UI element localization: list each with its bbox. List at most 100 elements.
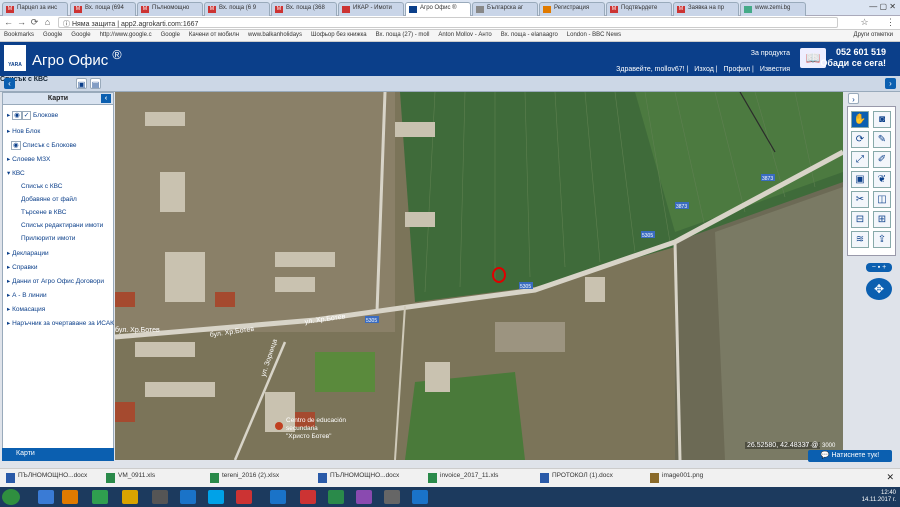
bookmark[interactable]: http://www.google.c [100, 32, 152, 38]
sidebar-item-kvs-list[interactable]: Списък с КВС [21, 183, 62, 190]
sidebar-item-kvs[interactable]: ▾ КВС [7, 169, 25, 177]
start-icon[interactable] [2, 489, 20, 505]
bookmark[interactable]: Anton Mollov - Анто [438, 32, 491, 38]
download-item[interactable]: ПЪЛНОМОЩНО...docx [318, 472, 399, 485]
browser-tab[interactable]: ИКАР - Имоти [338, 2, 404, 16]
save-icon[interactable]: ▣ [76, 78, 87, 89]
collapse-icon[interactable]: ‹ [101, 94, 111, 103]
ie-icon[interactable] [38, 490, 54, 504]
split-icon[interactable]: ◫ [873, 191, 891, 208]
print-icon[interactable]: ▤ [90, 78, 101, 89]
excel-icon[interactable] [328, 490, 344, 504]
camera-icon[interactable]: ◙ [873, 111, 891, 128]
upload-icon[interactable]: ⇪ [873, 231, 891, 248]
chevron-left-icon[interactable]: ‹ [4, 78, 15, 89]
map-canvas[interactable]: бул. Хр.Ботев ул. Хр.Ботев ул. Зорница б… [115, 92, 843, 460]
scissors-icon[interactable]: ✂ [851, 191, 869, 208]
select-icon[interactable]: ▣ [851, 171, 869, 188]
merge-icon[interactable]: ⊟ [851, 211, 869, 228]
home-icon[interactable]: ⌂ [42, 17, 53, 28]
bookmark[interactable]: London - BBC News [567, 32, 621, 38]
layers-icon[interactable]: ≋ [851, 231, 869, 248]
sidebar-item-contracts[interactable]: ▸ Данни от Агро Офис Договори [7, 277, 104, 285]
browser-tab[interactable]: M Заявка на пр [673, 2, 739, 16]
bookmark[interactable]: Вх. поща (27) - moll [376, 32, 430, 38]
browser-tab[interactable]: M Пълномощно [137, 2, 203, 16]
browser-tab[interactable]: M Подтвърдете [606, 2, 672, 16]
acrobat-icon[interactable] [300, 490, 316, 504]
app-icon[interactable] [152, 490, 168, 504]
browser-tab[interactable]: M Парцел за инс [2, 2, 68, 16]
hand-icon[interactable]: ✋ [851, 111, 869, 128]
check-icon[interactable]: ✓ [21, 111, 32, 120]
browser-tab[interactable]: M Вх. поща (368 [271, 2, 337, 16]
edit-icon[interactable]: ✐ [873, 151, 891, 168]
sidebar-item-search-kvs[interactable]: Търсене в КВС [21, 209, 66, 216]
app-icon[interactable] [236, 490, 252, 504]
bookmark[interactable]: Вх. поща - elanaagro [501, 32, 558, 38]
sidebar-item-add-file[interactable]: Добавяне от файл [21, 196, 77, 203]
app-icon[interactable] [384, 490, 400, 504]
app-icon[interactable] [356, 490, 372, 504]
grid-icon[interactable]: ⊞ [873, 211, 891, 228]
chat-button[interactable]: 💬 Натиснете тук! [808, 450, 892, 462]
sidebar-item-manual[interactable]: ▸ Наръчник за очертаване за ИСАК [7, 319, 114, 327]
sidebar-item-ab-lines[interactable]: ▸ А - В линии [7, 291, 47, 299]
browser-tab[interactable]: www.zemi.bg [740, 2, 806, 16]
browser-tab-active[interactable]: Агро Офис ® [405, 2, 471, 16]
footprint-icon[interactable]: ❦ [873, 171, 891, 188]
browser-tab[interactable]: Българска аг [472, 2, 538, 16]
download-item[interactable]: invoice_2017_11.xls [428, 472, 498, 485]
eye-icon[interactable]: ◉ [12, 111, 22, 120]
bookmark[interactable]: Google [43, 32, 62, 38]
sidebar-item-attached[interactable]: Прилюрити имоти [21, 235, 75, 242]
other-bookmarks[interactable]: Други отметки [854, 32, 893, 38]
chrome-icon[interactable] [92, 490, 108, 504]
bookmark[interactable]: Google [71, 32, 90, 38]
sidebar-item-consolidation[interactable]: ▸ Комасация [7, 305, 45, 313]
forward-icon[interactable]: → [16, 17, 27, 28]
folder-icon[interactable] [122, 490, 138, 504]
ruler-icon[interactable]: ✎ [873, 131, 891, 148]
chevron-right-icon[interactable]: › [848, 93, 859, 104]
sidebar-item-layers[interactable]: ▸ Слоеве МЗХ [7, 155, 50, 163]
logout-link[interactable]: Изход [694, 66, 714, 73]
sidebar-footer-maps[interactable]: Карти [2, 448, 114, 461]
chevron-right-icon[interactable]: › [885, 78, 896, 89]
refresh-icon[interactable]: ⟳ [851, 131, 869, 148]
bookmark[interactable]: Шофьор без книжка [311, 32, 367, 38]
sidebar-item-new-block[interactable]: ▸ Нов Блок [7, 127, 40, 135]
close-icon[interactable]: ✕ [886, 472, 894, 483]
sidebar-item-edited[interactable]: Списък редактирани имоти [21, 222, 103, 229]
firefox-icon[interactable] [62, 490, 78, 504]
browser-tab[interactable]: M Вх. поща (6 9 [204, 2, 270, 16]
download-item[interactable]: tereni_2016 (2).xlsx [210, 472, 279, 485]
expand-icon[interactable]: ⤢ [851, 151, 869, 168]
back-icon[interactable]: ← [3, 17, 14, 28]
bookmark[interactable]: Качени от мобилн [189, 32, 239, 38]
sidebar-item-declarations[interactable]: ▸ Декларации [7, 249, 49, 257]
download-item[interactable]: ПРОТОКОЛ (1).docx [540, 472, 613, 485]
download-item[interactable]: image001.png [650, 472, 703, 485]
word-icon[interactable] [270, 490, 286, 504]
phone-block[interactable]: 052 601 519 Обади се сега! [820, 47, 886, 69]
reload-icon[interactable]: ⟳ [29, 17, 40, 28]
bookmark[interactable]: Bookmarks [4, 32, 34, 38]
school-pin-icon[interactable] [275, 422, 283, 430]
system-clock[interactable]: 12:40 14.11.2017 г. [862, 490, 896, 504]
download-item[interactable]: ПЪЛНОМОЩНО...docx [6, 472, 87, 485]
skype-icon[interactable] [208, 490, 224, 504]
word-icon[interactable] [412, 490, 428, 504]
url-input[interactable]: ⓘ Няма защита | app2.agrokarti.com:1667 [58, 17, 838, 28]
eye-icon[interactable]: ◉ [11, 141, 21, 150]
star-icon[interactable]: ☆ [859, 17, 870, 28]
profile-link[interactable]: Профил [724, 66, 751, 73]
about-link[interactable]: За продукта [751, 50, 790, 57]
zoom-slider[interactable]: − ▪ + [866, 263, 892, 272]
word-icon[interactable] [180, 490, 196, 504]
bookmark[interactable]: Google [161, 32, 180, 38]
notifications-link[interactable]: Известия [760, 66, 790, 73]
menu-icon[interactable]: ⋮ [885, 17, 896, 28]
browser-tab[interactable]: Регистрация [539, 2, 605, 16]
download-item[interactable]: VM_0911.xls [106, 472, 155, 485]
